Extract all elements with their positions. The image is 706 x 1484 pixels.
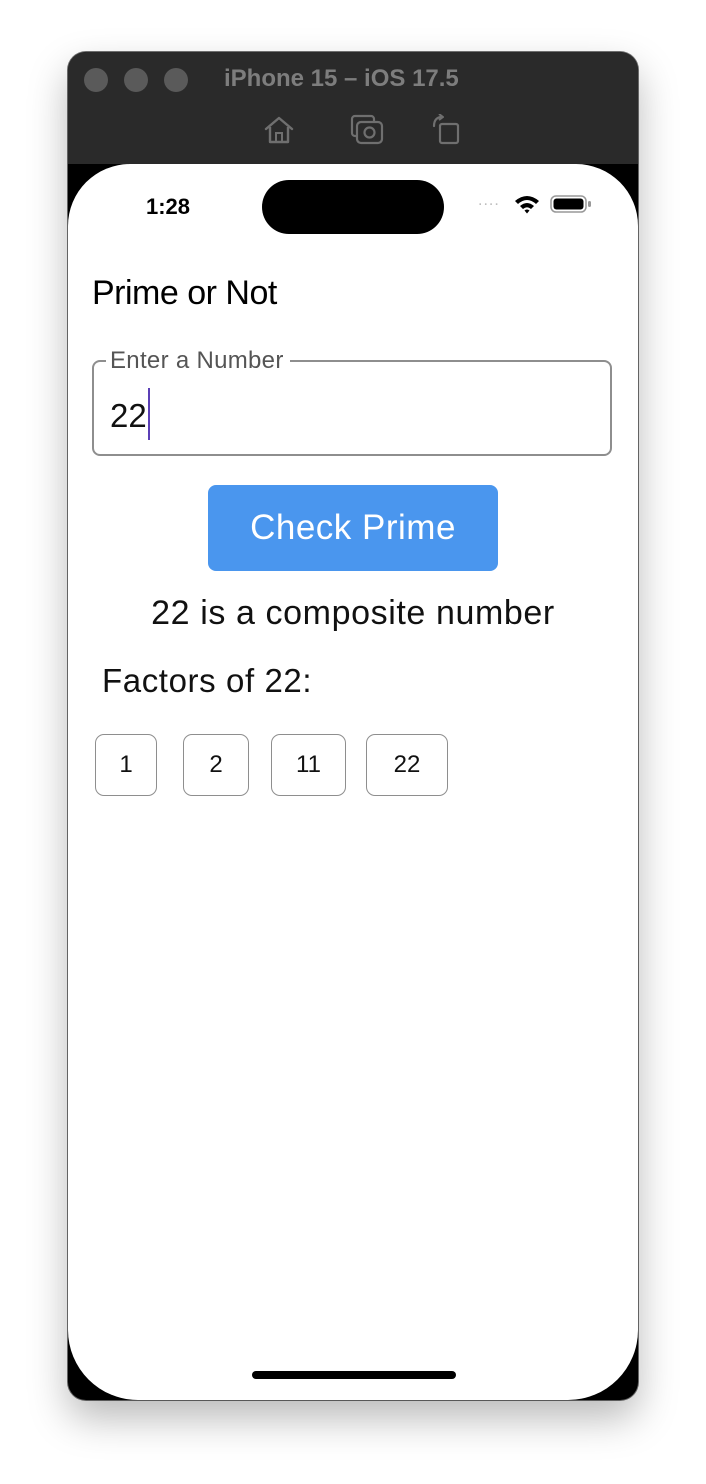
- zoom-window-button[interactable]: [164, 68, 188, 92]
- result-text: 22 is a composite number: [151, 594, 555, 632]
- close-window-button[interactable]: [84, 68, 108, 92]
- factor-chip: 2: [183, 734, 249, 796]
- battery-icon: [550, 195, 592, 213]
- rotate-icon[interactable]: [430, 113, 464, 146]
- home-icon[interactable]: [262, 114, 296, 146]
- number-input[interactable]: Enter a Number 22: [92, 347, 612, 456]
- dynamic-island: [262, 180, 444, 234]
- number-input-label: Enter a Number: [106, 347, 290, 375]
- factor-chip: 22: [366, 734, 448, 796]
- check-prime-button[interactable]: Check Prime: [208, 485, 498, 571]
- minimize-window-button[interactable]: [124, 68, 148, 92]
- number-input-text: 22: [110, 397, 147, 434]
- factors-heading: Factors of 22:: [102, 662, 313, 699]
- text-caret: [147, 388, 150, 440]
- cellular-signal-icon: ....: [478, 192, 500, 209]
- device-screen: 1:28 .... Prime or Not Enter a Number 22: [68, 164, 638, 1400]
- number-input-value[interactable]: 22: [110, 388, 150, 440]
- window-title: iPhone 15 – iOS 17.5: [224, 65, 459, 92]
- screenshot-icon[interactable]: [350, 114, 384, 146]
- status-time: 1:28: [146, 194, 191, 219]
- window-titlebar: iPhone 15 – iOS 17.5: [68, 52, 638, 164]
- home-indicator[interactable]: [252, 1371, 456, 1379]
- simulator-window: iPhone 15 – iOS 17.5 1:28 .... Prime or …: [68, 52, 638, 1400]
- factor-chip: 11: [271, 734, 346, 796]
- factor-chip: 1: [95, 734, 157, 796]
- wifi-icon: [514, 194, 540, 214]
- app-title: Prime or Not: [92, 274, 277, 312]
